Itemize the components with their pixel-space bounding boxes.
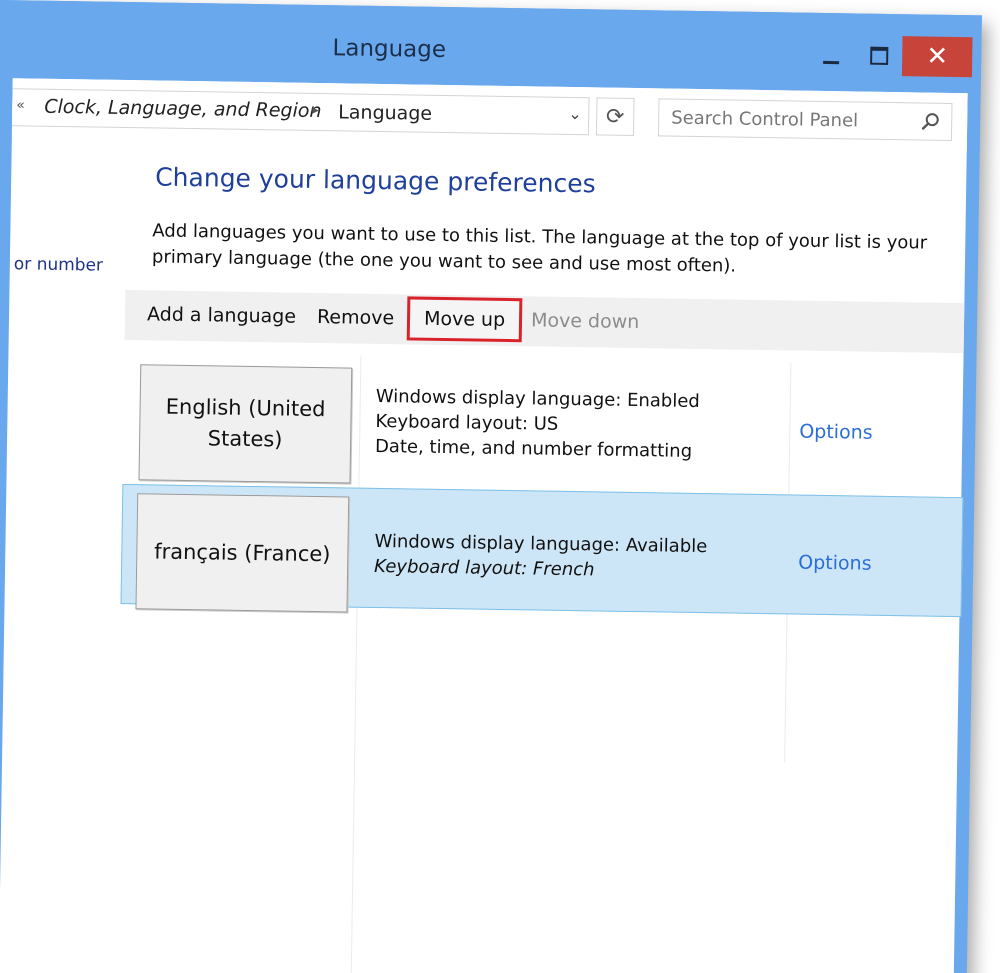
page-title: Change your language preferences <box>155 162 596 199</box>
search-icon[interactable] <box>921 111 941 131</box>
breadcrumb-clock-language-region[interactable]: Clock, Language, and Region <box>44 96 322 122</box>
language-tile-english[interactable]: English (United States) <box>138 364 353 484</box>
add-language-button[interactable]: Add a language <box>147 303 296 327</box>
formatting-status: Date, time, and number formatting <box>374 435 693 462</box>
language-window: Language ✕ « Clock, Language, and Region… <box>0 0 982 973</box>
window-client-area: « Clock, Language, and Region ▸ Language… <box>0 78 968 973</box>
screen: Language ✕ « Clock, Language, and Region… <box>0 0 1000 973</box>
list-item-french[interactable]: français (France) Windows display langua… <box>120 483 964 618</box>
breadcrumb-separator-icon[interactable]: ▸ <box>312 103 319 118</box>
minimize-button[interactable] <box>809 35 854 76</box>
breadcrumb-language[interactable]: Language <box>338 101 432 124</box>
language-info-english: Windows display language: Enabled Keyboa… <box>375 384 700 464</box>
language-tile-french[interactable]: français (France) <box>135 493 350 613</box>
close-icon: ✕ <box>926 41 949 72</box>
minimize-icon <box>823 60 840 64</box>
search-box[interactable] <box>657 98 953 141</box>
keyboard-layout: Keyboard layout: French <box>373 555 595 581</box>
chevron-down-icon[interactable]: ⌄ <box>568 104 582 123</box>
move-down-button[interactable]: Move down <box>531 309 640 333</box>
window-title: Language <box>332 35 447 64</box>
list-item-english[interactable]: English (United States) Windows display … <box>122 352 963 495</box>
maximize-icon <box>870 46 889 65</box>
maximize-button[interactable] <box>857 35 902 76</box>
page-description: Add languages you want to use to this li… <box>151 220 928 277</box>
search-input[interactable] <box>669 103 914 136</box>
left-nav: ne or number <box>7 138 122 440</box>
options-link-french[interactable]: Options <box>798 552 872 575</box>
refresh-button[interactable]: ⟳ <box>595 97 635 136</box>
close-button[interactable]: ✕ <box>901 36 973 78</box>
remove-button[interactable]: Remove <box>317 306 394 329</box>
language-list: English (United States) Windows display … <box>114 352 964 973</box>
left-nav-link-2[interactable]: or number <box>14 254 103 275</box>
breadcrumb-overflow-icon[interactable]: « <box>16 97 25 113</box>
language-toolbar: Add a language Remove Move up Move down <box>124 290 965 354</box>
refresh-icon: ⟳ <box>605 104 625 130</box>
options-link-english[interactable]: Options <box>799 421 873 444</box>
move-up-button[interactable]: Move up <box>406 296 523 343</box>
breadcrumb[interactable]: « Clock, Language, and Region ▸ Language… <box>12 88 590 136</box>
language-info-french: Windows display language: Available Keyb… <box>374 529 708 584</box>
